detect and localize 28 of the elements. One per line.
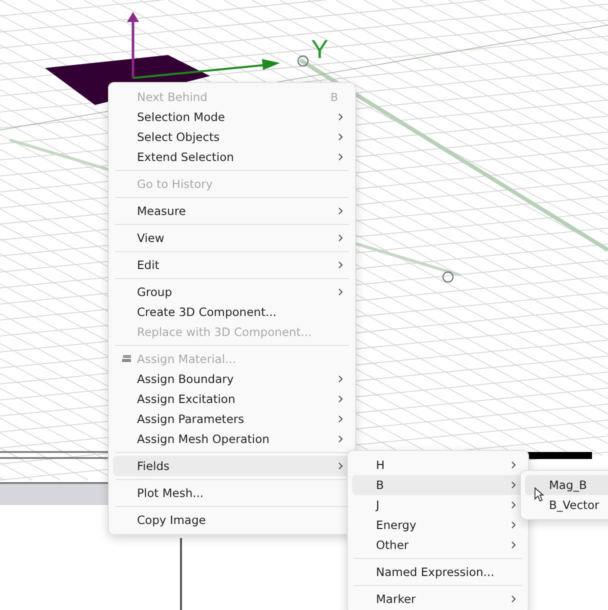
menu-item[interactable]: Copy Image (113, 510, 351, 530)
stack-icon (122, 355, 132, 363)
menu-item[interactable]: View (113, 228, 351, 248)
menu-item[interactable]: Extend Selection (113, 147, 351, 167)
point-marker (442, 271, 454, 283)
menu-item[interactable]: Assign Mesh Operation (113, 429, 351, 449)
menu-item[interactable]: Marker (352, 589, 524, 609)
menu-item[interactable]: Selection Mode (113, 107, 351, 127)
menu-item[interactable]: Mag_B (525, 475, 608, 495)
menu-item[interactable]: Assign Parameters (113, 409, 351, 429)
menu-item[interactable]: Group (113, 282, 351, 302)
menu-item[interactable]: Assign Boundary (113, 369, 351, 389)
menu-item[interactable]: H (352, 455, 524, 475)
point-marker (297, 55, 309, 67)
menu-item[interactable]: Other (352, 535, 524, 555)
menu-item[interactable]: Assign Excitation (113, 389, 351, 409)
menu-item[interactable]: Select Objects (113, 127, 351, 147)
z-axis-arrow (127, 12, 139, 78)
menu-item[interactable]: Edit (113, 255, 351, 275)
menu-item[interactable]: Plot Mesh... (113, 483, 351, 503)
axis-label: Y (311, 34, 328, 64)
menu-item[interactable]: Energy (352, 515, 524, 535)
menu-item[interactable]: B_Vector (525, 495, 608, 515)
menu-item[interactable]: Measure (113, 201, 351, 221)
cursor-icon (534, 487, 544, 502)
menu-item[interactable]: J (352, 495, 524, 515)
menu-item[interactable]: Create 3D Component... (113, 302, 351, 322)
menu-item[interactable]: Named Expression... (352, 562, 524, 582)
